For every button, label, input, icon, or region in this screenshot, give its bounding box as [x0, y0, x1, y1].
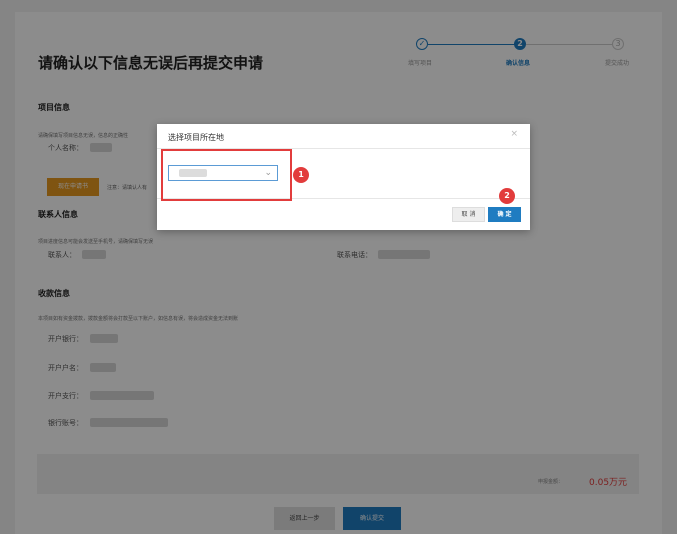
confirm-button[interactable]: 确 定 [488, 207, 521, 222]
close-icon[interactable]: × [510, 129, 518, 139]
cancel-button[interactable]: 取 消 [452, 207, 485, 222]
highlight-frame [161, 149, 292, 201]
modal-title: 选择项目所在地 [168, 133, 224, 142]
annotation-badge-1: 1 [293, 167, 309, 183]
annotation-badge-2: 2 [499, 188, 515, 204]
modal-overlay [0, 0, 677, 534]
